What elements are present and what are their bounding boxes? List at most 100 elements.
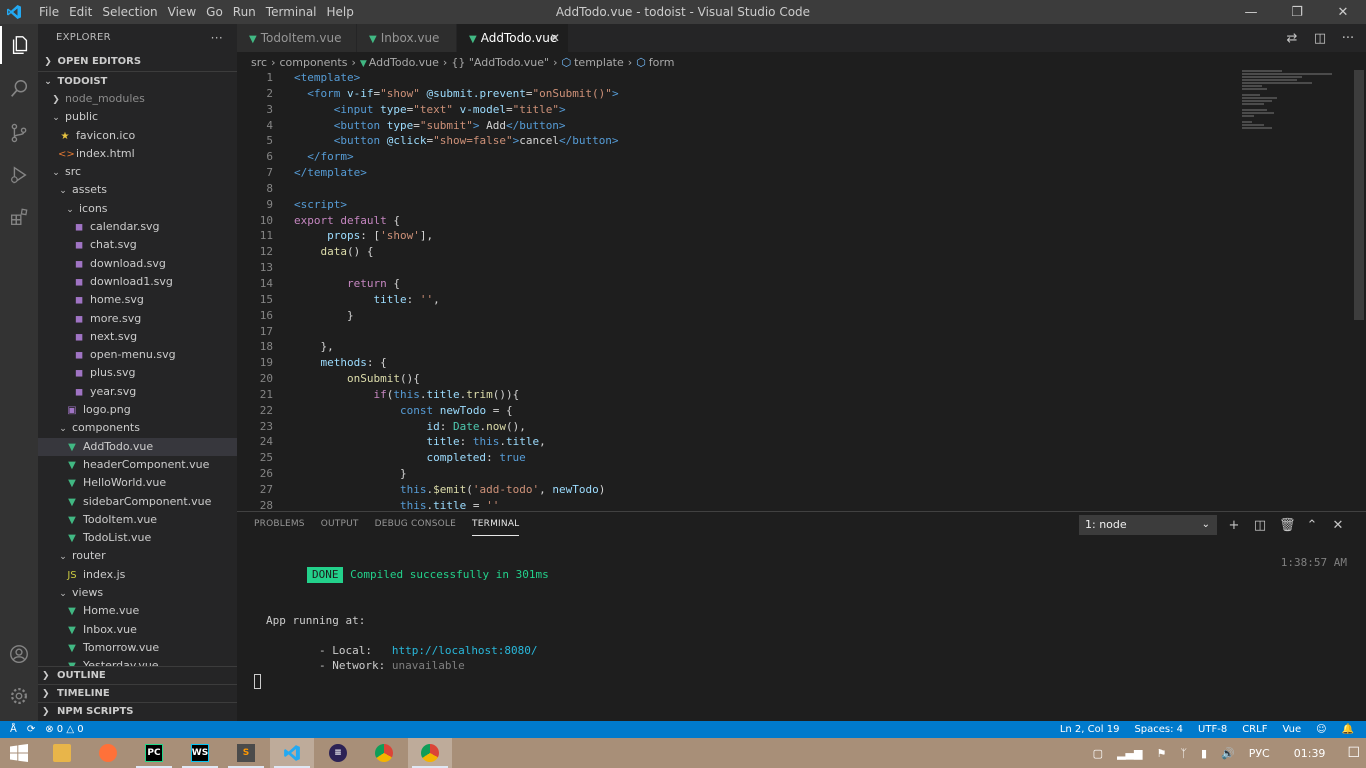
- outline-section[interactable]: ❯ OUTLINE: [38, 666, 237, 684]
- split-terminal-icon[interactable]: ◫: [1253, 518, 1267, 533]
- panel-tab-debug-console[interactable]: DEBUG CONSOLE: [375, 512, 456, 536]
- language-mode[interactable]: Vue: [1282, 721, 1301, 738]
- explorer-icon[interactable]: [0, 26, 38, 64]
- close-tab-icon[interactable]: ✕: [550, 24, 560, 52]
- trash-icon[interactable]: 🗑: [1279, 518, 1296, 533]
- tree-file[interactable]: ◼ more.svg: [38, 310, 237, 328]
- sync-icon[interactable]: ⟳: [27, 721, 35, 738]
- close-icon[interactable]: ✕: [1320, 0, 1366, 24]
- breadcrumb-components[interactable]: components: [279, 56, 347, 69]
- close-panel-icon[interactable]: ✕: [1331, 518, 1345, 533]
- tree-file[interactable]: ▼ TodoItem.vue: [38, 511, 237, 529]
- menu-terminal[interactable]: Terminal: [261, 0, 322, 24]
- tree-file[interactable]: ▼ headerComponent.vue: [38, 456, 237, 474]
- tree-file[interactable]: ◼ download.svg: [38, 255, 237, 273]
- tab-todoitem[interactable]: ▼ TodoItem.vue: [237, 24, 357, 52]
- search-icon[interactable]: [0, 70, 38, 108]
- tree-folder[interactable]: ⌄ components: [38, 419, 237, 437]
- tree-file[interactable]: ◼ home.svg: [38, 291, 237, 309]
- tree-folder[interactable]: ⌄ router: [38, 547, 237, 565]
- tree-file[interactable]: <>index.html: [38, 145, 237, 163]
- tree-file[interactable]: ◼ plus.svg: [38, 364, 237, 382]
- workspace-root-section[interactable]: ⌄ TODOIST: [38, 71, 237, 90]
- settings-gear-icon[interactable]: [0, 677, 38, 715]
- feedback-icon[interactable]: ☺: [1316, 721, 1326, 738]
- eclipse-icon[interactable]: ≡: [316, 738, 360, 768]
- bluetooth-icon[interactable]: ᛉ: [1180, 747, 1187, 760]
- tree-file[interactable]: ▣ logo.png: [38, 401, 237, 419]
- tree-file[interactable]: ▼ HelloWorld.vue: [38, 474, 237, 492]
- menu-go[interactable]: Go: [201, 0, 228, 24]
- tree-file[interactable]: ◼ next.svg: [38, 328, 237, 346]
- firefox-icon[interactable]: [86, 738, 130, 768]
- indentation[interactable]: Spaces: 4: [1134, 721, 1183, 738]
- taskbar-clock[interactable]: 01:39: [1294, 747, 1326, 760]
- tree-file[interactable]: JS index.js: [38, 566, 237, 584]
- tree-folder[interactable]: ⌄ src: [38, 163, 237, 181]
- tree-file[interactable]: ★ favicon.ico: [38, 127, 237, 145]
- terminal-select[interactable]: 1: node ⌄: [1079, 515, 1217, 535]
- editor-scrollbar[interactable]: [1352, 70, 1366, 510]
- tree-folder[interactable]: ⌄ assets: [38, 181, 237, 199]
- breadcrumb-src[interactable]: src: [251, 56, 267, 69]
- battery-icon[interactable]: ▮: [1201, 747, 1207, 760]
- new-terminal-plus-icon[interactable]: +: [1227, 518, 1241, 533]
- flag-icon[interactable]: ⚑: [1156, 747, 1166, 760]
- run-debug-icon[interactable]: [0, 156, 38, 194]
- extensions-icon[interactable]: [0, 198, 38, 236]
- tree-file[interactable]: ▼ Tomorrow.vue: [38, 639, 237, 657]
- encoding[interactable]: UTF-8: [1198, 721, 1227, 738]
- tree-file[interactable]: ◼ chat.svg: [38, 236, 237, 254]
- source-control-icon[interactable]: [0, 114, 38, 152]
- panel-tab-terminal[interactable]: TERMINAL: [472, 512, 520, 536]
- breadcrumb-template[interactable]: template: [574, 56, 624, 69]
- panel-tab-problems[interactable]: PROBLEMS: [254, 512, 305, 536]
- pycharm-icon[interactable]: PC: [132, 738, 176, 768]
- webstorm-icon[interactable]: WS: [178, 738, 222, 768]
- breadcrumb-file[interactable]: AddTodo.vue: [369, 56, 439, 69]
- volume-icon[interactable]: 🔊: [1221, 747, 1235, 760]
- breadcrumb-script[interactable]: "AddTodo.vue": [469, 56, 549, 69]
- tab-inbox[interactable]: ▼ Inbox.vue: [357, 24, 457, 52]
- action-center-icon[interactable]: ☐: [1347, 745, 1360, 761]
- tree-folder[interactable]: ❯ node_modules: [38, 90, 237, 108]
- tree-file[interactable]: ▼ sidebarComponent.vue: [38, 493, 237, 511]
- tree-folder[interactable]: ⌄ views: [38, 584, 237, 602]
- start-windows-icon[interactable]: [0, 738, 38, 768]
- tree-file[interactable]: ▼ AddTodo.vue: [38, 437, 237, 456]
- tab-addtodo[interactable]: ▼ AddTodo.vue ✕: [457, 24, 569, 52]
- chrome-window-icon[interactable]: [408, 738, 452, 768]
- tree-folder[interactable]: ⌄ icons: [38, 200, 237, 218]
- tree-file[interactable]: ◼ open-menu.svg: [38, 346, 237, 364]
- breadcrumb-form[interactable]: form: [649, 56, 675, 69]
- minimap[interactable]: [1242, 70, 1352, 150]
- tree-file[interactable]: ▼ TodoList.vue: [38, 529, 237, 547]
- cursor-position[interactable]: Ln 2, Col 19: [1060, 721, 1120, 738]
- menu-selection[interactable]: Selection: [97, 0, 162, 24]
- restore-icon[interactable]: ❐: [1274, 0, 1320, 24]
- menu-file[interactable]: File: [34, 0, 64, 24]
- remote-icon[interactable]: Å: [10, 721, 17, 738]
- problems-indicator[interactable]: ⊗ 0 △ 0: [45, 721, 83, 738]
- npm-scripts-section[interactable]: ❯ NPM SCRIPTS: [38, 702, 237, 720]
- end-of-line[interactable]: CRLF: [1242, 721, 1267, 738]
- open-changes-icon[interactable]: ⇄: [1284, 31, 1300, 46]
- more-actions-icon[interactable]: ···: [211, 24, 223, 52]
- menu-edit[interactable]: Edit: [64, 0, 97, 24]
- menu-view[interactable]: View: [163, 0, 201, 24]
- tree-file[interactable]: ◼ year.svg: [38, 383, 237, 401]
- tree-file[interactable]: ▼ Home.vue: [38, 602, 237, 620]
- chevron-up-icon[interactable]: ⌃: [1305, 518, 1319, 533]
- scrollbar-thumb[interactable]: [1354, 70, 1364, 320]
- minimize-icon[interactable]: —: [1228, 0, 1274, 24]
- tree-file[interactable]: ◼ download1.svg: [38, 273, 237, 291]
- vscode-taskbar-icon[interactable]: [270, 738, 314, 768]
- sublime-text-icon[interactable]: S: [224, 738, 268, 768]
- menu-help[interactable]: Help: [322, 0, 359, 24]
- signal-icon[interactable]: ▂▄▆: [1117, 747, 1142, 760]
- file-explorer-icon[interactable]: [40, 738, 84, 768]
- tree-folder[interactable]: ⌄ public: [38, 108, 237, 126]
- tree-file[interactable]: ▼ Inbox.vue: [38, 621, 237, 639]
- timeline-section[interactable]: ❯ TIMELINE: [38, 684, 237, 702]
- accounts-icon[interactable]: [0, 635, 38, 673]
